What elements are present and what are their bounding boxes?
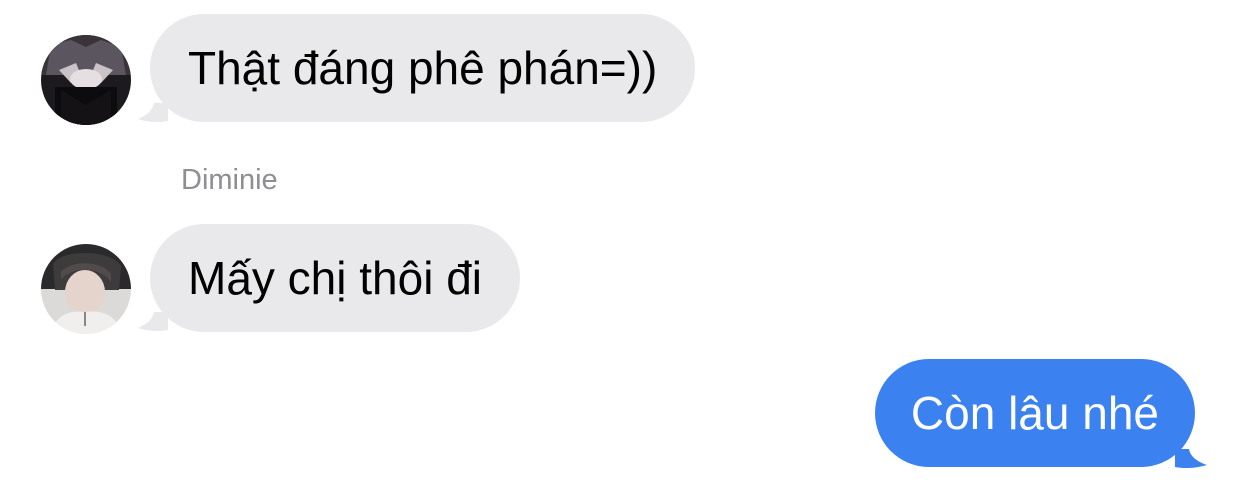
message-text: Thật đáng phê phán=)) [188, 42, 658, 94]
bubble-tail [1175, 449, 1207, 469]
message-bubble-outgoing[interactable]: Còn lâu nhé [874, 359, 1195, 467]
bubble-tail [138, 103, 168, 123]
sender-name: Diminie [181, 164, 278, 196]
message-bubble-incoming[interactable]: Mấy chị thôi đi [150, 224, 521, 332]
bubble-tail [138, 312, 168, 332]
message-bubble-incoming[interactable]: Thật đáng phê phán=)) [150, 14, 696, 122]
person-photo-avatar-icon [41, 244, 131, 334]
message-text: Còn lâu nhé [910, 387, 1159, 439]
dark-photo-avatar-icon [41, 35, 131, 125]
message-text: Mấy chị thôi đi [188, 252, 483, 304]
avatar[interactable] [41, 244, 131, 334]
avatar[interactable] [41, 35, 131, 125]
